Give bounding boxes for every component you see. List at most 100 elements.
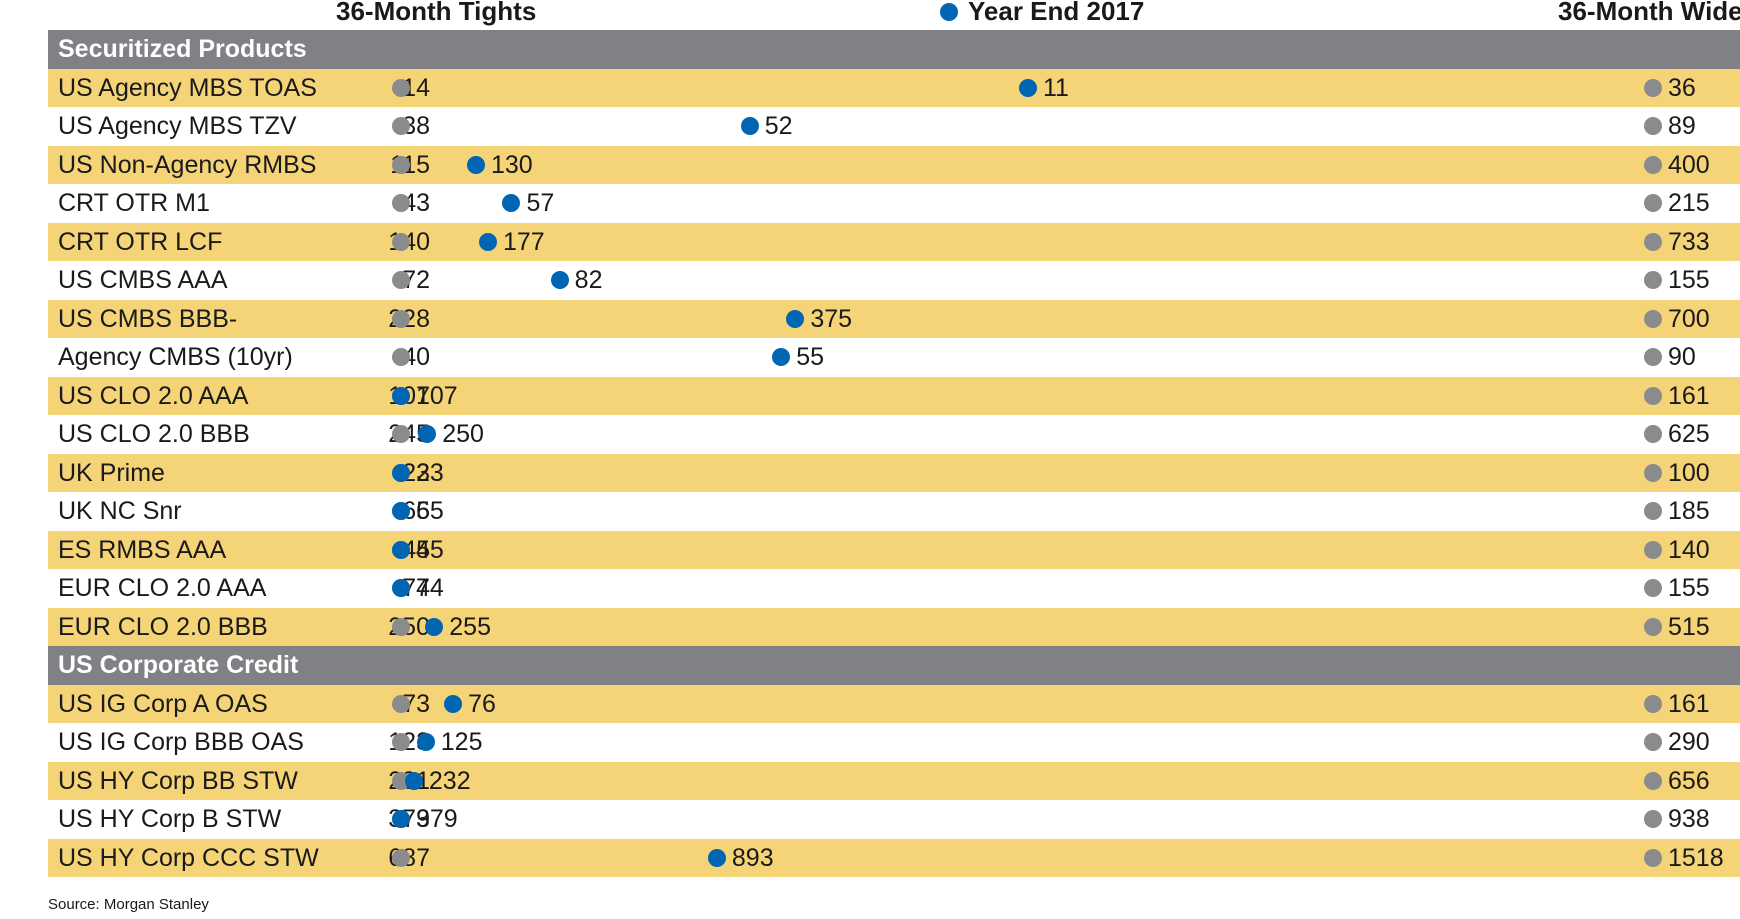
year-end-marker — [404, 771, 423, 790]
year-end-marker — [392, 463, 410, 482]
wides-value: 656 — [1668, 766, 1710, 795]
wides-marker — [1644, 502, 1662, 521]
year-end-value: 107 — [416, 381, 458, 410]
row-label: CRT OTR M1 — [58, 189, 210, 217]
year-end-marker — [392, 386, 410, 405]
year-end-marker — [550, 271, 569, 290]
row-label: Agency CMBS (10yr) — [58, 343, 293, 371]
table-row: US Agency MBS TZV 38 52 89 — [48, 107, 1740, 146]
table-row: US HY Corp B STW379379938 — [48, 800, 1740, 839]
chart-header: 36-Month Tights Year End 2017 36-Month W… — [0, 0, 1740, 30]
year-end-marker — [1019, 78, 1037, 97]
wides-value: 215 — [1668, 189, 1710, 217]
row-label: UK NC Snr — [58, 497, 182, 525]
row-label: US Agency MBS TZV — [58, 112, 297, 140]
header-36-month-tights: 36-Month Tights — [336, 0, 537, 26]
table-row: US IG Corp BBB OAS123125290 — [48, 723, 1740, 762]
year-end-marker — [478, 232, 497, 251]
table-row: US Agency MBS TOAS -14 11 36 — [48, 68, 1740, 107]
year-end-value: 375 — [810, 304, 853, 333]
year-end-value: 130 — [490, 150, 533, 179]
tights-marker — [392, 309, 410, 328]
table-row: US Non-Agency RMBS 115 130 400 — [48, 145, 1740, 184]
source-note: Source: Morgan Stanley — [48, 896, 209, 913]
wides-value: 90 — [1668, 343, 1696, 371]
wides-marker — [1644, 348, 1662, 367]
year-end-marker — [418, 425, 437, 444]
wides-marker — [1644, 694, 1662, 713]
wides-value: 185 — [1668, 497, 1710, 525]
wides-marker — [1644, 463, 1662, 482]
row-label: ES RMBS AAA — [58, 535, 227, 564]
wides-marker — [1644, 771, 1662, 790]
year-end-marker — [786, 309, 805, 328]
year-end-marker — [416, 733, 435, 752]
year-end-marker — [502, 194, 521, 213]
table-row: US HY Corp CCC STW6878931518 — [48, 838, 1740, 877]
year-end-value: 74 — [416, 574, 444, 602]
header-36-month-wides: 36-Month Wides — [1558, 0, 1740, 26]
year-end-value: 250 — [442, 420, 484, 448]
row-label: US CLO 2.0 AAA — [58, 381, 249, 410]
table-row: UK NC Snr 65 65 185 — [48, 492, 1740, 531]
wides-marker — [1644, 540, 1662, 559]
year-end-marker — [707, 848, 726, 867]
header-year-end-label: Year End 2017 — [968, 0, 1145, 26]
table-row: US IG Corp A OAS 73 76 161 — [48, 684, 1740, 723]
year-end-value: 65 — [416, 497, 444, 525]
wides-value: 733 — [1668, 227, 1710, 256]
table-row: ES RMBS AAA 45 45 140 — [48, 530, 1740, 569]
wides-marker — [1644, 386, 1662, 405]
row-label: EUR CLO 2.0 BBB — [58, 612, 268, 641]
year-end-value: 82 — [574, 266, 603, 294]
year-end-marker — [425, 617, 444, 636]
row-label: US CMBS BBB- — [58, 304, 238, 333]
tights-marker — [392, 78, 410, 97]
year-end-value: 11 — [1043, 73, 1069, 102]
header-year-end-2017: Year End 2017 — [940, 0, 1144, 26]
year-end-value: 52 — [764, 112, 793, 140]
row-label: EUR CLO 2.0 AAA — [58, 574, 267, 602]
wides-value: 400 — [1668, 150, 1710, 179]
wides-value: 938 — [1668, 805, 1710, 833]
year-end-marker — [392, 540, 410, 559]
wides-marker — [1644, 194, 1662, 213]
year-end-marker — [772, 348, 791, 367]
row-label: US IG Corp BBB OAS — [58, 728, 304, 756]
tights-marker — [392, 617, 410, 636]
table-row: US CMBS BBB-228375700 — [48, 299, 1740, 338]
tights-marker — [392, 694, 410, 713]
wides-value: 625 — [1668, 420, 1710, 448]
table-row: US CMBS AAA 72 82 155 — [48, 261, 1740, 300]
table-row: US HY Corp BB STW231232656 — [48, 761, 1740, 800]
year-end-value: 55 — [796, 343, 824, 371]
table-row: CRT OTR LCF140177733 — [48, 222, 1740, 261]
wides-marker — [1644, 117, 1662, 136]
year-end-value: 379 — [416, 805, 458, 833]
section-header-row: Securitized Products — [48, 30, 1740, 69]
row-label: US Agency MBS TOAS — [58, 73, 317, 102]
wides-value: 1518 — [1668, 843, 1724, 872]
year-end-marker — [740, 117, 759, 136]
year-end-value: 125 — [440, 728, 483, 756]
section-header-row: US Corporate Credit — [48, 646, 1740, 685]
wides-marker — [1644, 271, 1662, 290]
wides-marker — [1644, 733, 1662, 752]
wides-marker — [1644, 579, 1662, 598]
tights-marker — [392, 232, 410, 251]
year-end-value: 177 — [502, 227, 545, 256]
year-end-value: 45 — [416, 535, 444, 564]
wides-value: 155 — [1668, 266, 1710, 294]
wides-value: 140 — [1668, 535, 1710, 564]
row-label: US HY Corp BB STW — [58, 766, 298, 795]
table-row: EUR CLO 2.0 BBB250255515 — [48, 607, 1740, 646]
row-label: US CMBS AAA — [58, 266, 228, 294]
section-title: US Corporate Credit — [58, 651, 299, 679]
wides-value: 161 — [1668, 689, 1710, 718]
row-label: US CLO 2.0 BBB — [58, 420, 250, 448]
wides-marker — [1644, 309, 1662, 328]
wides-marker — [1644, 425, 1662, 444]
wides-marker — [1644, 78, 1662, 97]
table-row: CRT OTR M1 43 57 215 — [48, 184, 1740, 223]
wides-value: 700 — [1668, 304, 1710, 333]
